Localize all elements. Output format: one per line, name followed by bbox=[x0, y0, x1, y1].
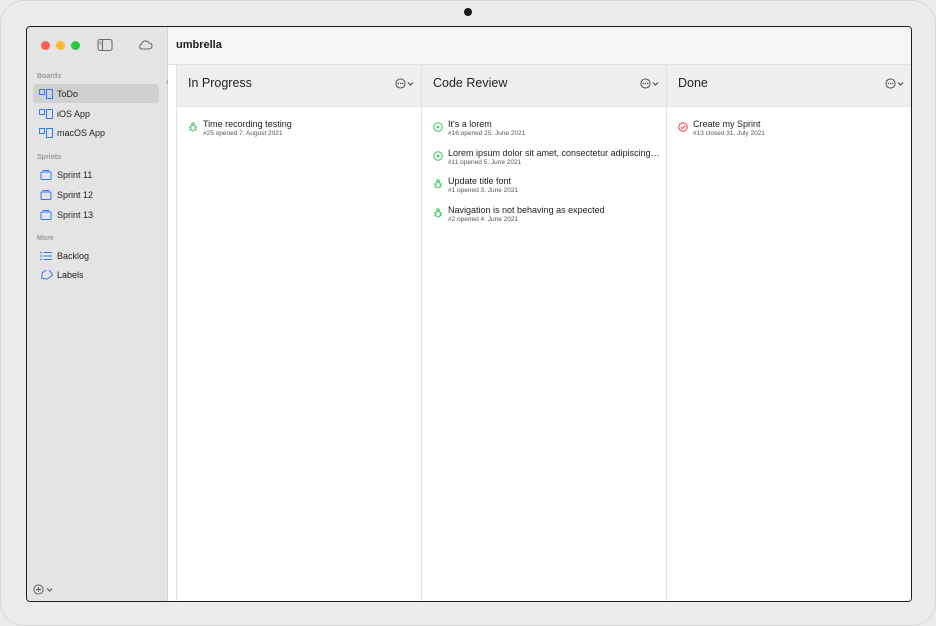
sidebar-item-ios-app[interactable]: iOS App bbox=[33, 104, 159, 123]
issue-title: Update title font bbox=[448, 176, 512, 186]
section-title-sprints: Sprints bbox=[37, 154, 62, 161]
sidebar: Boards ToDo iOS App macOS App Sprints Sp… bbox=[27, 27, 168, 601]
kanban-board: ‹ In Progress Time recording testing #25… bbox=[166, 65, 911, 601]
sidebar-item-label: iOS App bbox=[57, 108, 91, 119]
sidebar-item-todo[interactable]: ToDo bbox=[33, 84, 159, 103]
app-window: Boards ToDo iOS App macOS App Sprints Sp… bbox=[26, 26, 912, 602]
ellipsis-circle-icon bbox=[395, 78, 406, 89]
sprint-icon bbox=[40, 169, 52, 180]
issue-title: Navigation is not behaving as expected bbox=[448, 205, 605, 215]
issue-card[interactable]: Create my Sprint #13 closed 31. July 202… bbox=[678, 119, 906, 143]
issue-title: Create my Sprint bbox=[693, 119, 761, 129]
ellipsis-circle-icon bbox=[640, 78, 651, 89]
column-header: Done bbox=[667, 65, 911, 107]
bug-icon bbox=[433, 179, 443, 189]
issue-closed-icon bbox=[678, 122, 688, 132]
chevron-down-icon bbox=[897, 81, 904, 86]
issue-card[interactable]: Navigation is not behaving as expected #… bbox=[433, 205, 661, 229]
sidebar-item-label: Sprint 12 bbox=[57, 189, 94, 200]
sidebar-item-label: Sprint 13 bbox=[57, 209, 94, 220]
issue-open-icon bbox=[433, 122, 443, 132]
sidebar-item-labels[interactable]: Labels bbox=[33, 265, 159, 284]
sidebar-item-label: Sprint 11 bbox=[57, 169, 93, 180]
sprint-icon bbox=[40, 189, 52, 200]
issue-meta: #2 opened 4. June 2021 bbox=[448, 216, 519, 223]
column-header: Code Review bbox=[422, 65, 666, 107]
board-icon bbox=[39, 88, 53, 99]
sidebar-item-label: Backlog bbox=[57, 250, 90, 261]
chevron-down-icon bbox=[652, 81, 659, 86]
issue-card[interactable]: It's a lorem #16 opened 25. June 2021 bbox=[433, 119, 661, 143]
ellipsis-circle-icon bbox=[885, 78, 896, 89]
sidebar-item-sprint-11[interactable]: Sprint 11 bbox=[33, 165, 159, 184]
bug-icon bbox=[188, 122, 198, 132]
board-icon bbox=[39, 108, 53, 119]
column-menu-button[interactable] bbox=[395, 78, 414, 89]
window-controls bbox=[41, 41, 80, 50]
issue-meta: #16 opened 25. June 2021 bbox=[448, 130, 526, 137]
sidebar-toggle-icon[interactable] bbox=[97, 38, 113, 52]
sidebar-item-label: macOS App bbox=[57, 127, 106, 138]
sidebar-item-label: ToDo bbox=[57, 88, 79, 99]
column-title: In Progress bbox=[188, 76, 252, 90]
tag-icon bbox=[40, 269, 53, 280]
column-header: In Progress bbox=[177, 65, 421, 107]
issue-title: Lorem ipsum dolor sit amet, consectetur … bbox=[448, 148, 660, 158]
issue-meta: #25 opened 7. August 2021 bbox=[203, 130, 283, 137]
chevron-down-icon bbox=[407, 81, 414, 86]
toolbar: umbrella bbox=[168, 27, 911, 65]
issue-meta: #11 opened 5. June 2021 bbox=[448, 159, 522, 166]
issue-open-icon bbox=[433, 151, 443, 161]
sidebar-item-sprint-12[interactable]: Sprint 12 bbox=[33, 185, 159, 204]
chevron-left-icon: ‹ bbox=[166, 77, 169, 86]
issue-title: It's a lorem bbox=[448, 119, 492, 129]
column-menu-button[interactable] bbox=[640, 78, 659, 89]
issue-meta: #1 opened 3. June 2021 bbox=[448, 187, 519, 194]
column-done: Done Create my Sprint #13 closed 31. Jul… bbox=[667, 65, 911, 601]
bug-icon bbox=[433, 208, 443, 218]
sidebar-item-sprint-13[interactable]: Sprint 13 bbox=[33, 205, 159, 224]
issue-card[interactable]: Time recording testing #25 opened 7. Aug… bbox=[188, 119, 416, 143]
column-in-progress: In Progress Time recording testing #25 o… bbox=[177, 65, 422, 601]
issue-title: Time recording testing bbox=[203, 119, 292, 129]
issue-card[interactable]: Update title font #1 opened 3. June 2021 bbox=[433, 176, 661, 200]
window-title: umbrella bbox=[176, 39, 222, 51]
cloud-icon[interactable] bbox=[137, 38, 153, 52]
laptop-frame: Boards ToDo iOS App macOS App Sprints Sp… bbox=[0, 0, 936, 626]
sidebar-item-label: Labels bbox=[57, 269, 84, 280]
column-menu-button[interactable] bbox=[885, 78, 904, 89]
section-title-boards: Boards bbox=[37, 73, 62, 80]
issue-card[interactable]: Lorem ipsum dolor sit amet, consectetur … bbox=[433, 148, 661, 172]
column-title: Code Review bbox=[433, 76, 508, 90]
column-code-review: Code Review It's a lorem #16 opened 25. … bbox=[422, 65, 667, 601]
close-button[interactable] bbox=[41, 41, 50, 50]
column-title: Done bbox=[678, 76, 708, 90]
sidebar-item-macos-app[interactable]: macOS App bbox=[33, 123, 159, 142]
chevron-down-icon bbox=[46, 587, 53, 592]
zoom-button[interactable] bbox=[71, 41, 80, 50]
sidebar-item-backlog[interactable]: Backlog bbox=[33, 246, 159, 265]
plus-circle-icon bbox=[33, 584, 44, 595]
minimize-button[interactable] bbox=[56, 41, 65, 50]
list-icon bbox=[40, 251, 52, 260]
issue-meta: #13 closed 31. July 2021 bbox=[693, 130, 765, 137]
collapsed-column[interactable]: ‹ bbox=[166, 65, 177, 601]
section-title-more: More bbox=[37, 235, 54, 242]
sprint-icon bbox=[40, 209, 52, 220]
add-board-button[interactable] bbox=[33, 584, 53, 595]
camera bbox=[464, 8, 472, 16]
board-icon bbox=[39, 127, 53, 138]
